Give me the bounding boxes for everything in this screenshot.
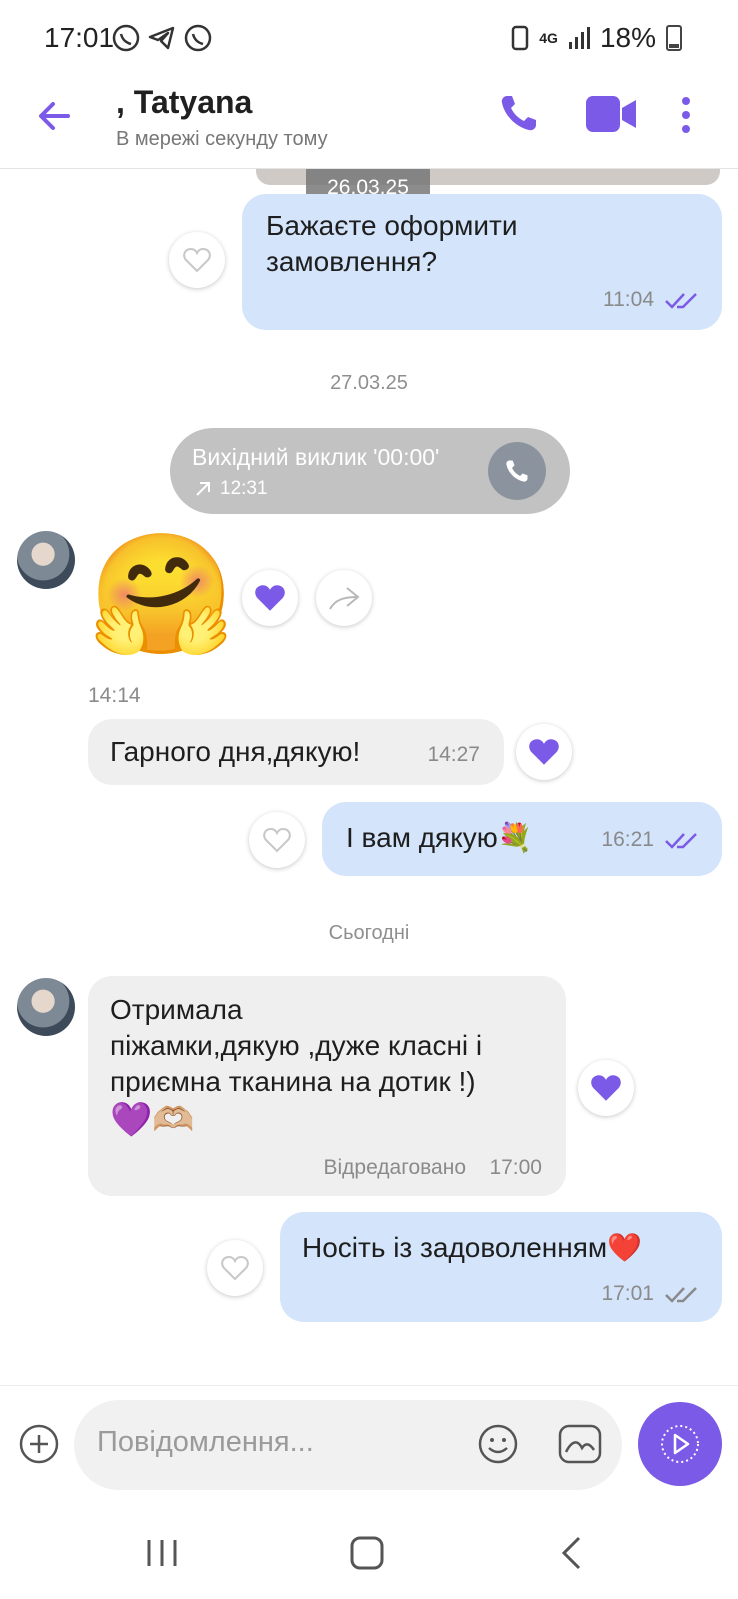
outgoing-call-item[interactable]: Вихідний виклик '00:00' 12:31	[170, 428, 570, 514]
forward-button[interactable]	[316, 570, 372, 626]
status-time: 17:01	[44, 22, 115, 53]
message-time: 17:00	[489, 1156, 542, 1179]
emoji-icon[interactable]	[477, 1423, 519, 1470]
message-input-placeholder: Повідомлення...	[97, 1426, 314, 1458]
home-icon[interactable]	[350, 1536, 384, 1570]
hug-sticker[interactable]: 🤗	[88, 530, 235, 660]
phone-call-icon[interactable]	[498, 92, 540, 139]
read-checkmarks-icon	[665, 293, 697, 309]
heart-outline-icon	[183, 247, 211, 273]
edited-label: Відредаговано	[323, 1156, 466, 1179]
recent-apps-icon[interactable]	[146, 1538, 178, 1568]
date-separator: Сьогодні	[328, 922, 410, 944]
message-text-line: замовлення?	[266, 246, 438, 277]
like-button[interactable]	[169, 232, 225, 288]
heart-filled-icon	[591, 1075, 621, 1101]
date-separator: 27.03.25	[330, 372, 408, 394]
send-button[interactable]	[638, 1402, 722, 1486]
network-type: 4G	[539, 30, 558, 46]
send-icon	[661, 1425, 699, 1463]
notification-icons	[110, 22, 214, 54]
like-button[interactable]	[516, 724, 572, 780]
contact-status: В мережі секунду тому	[116, 128, 328, 150]
message-text: Гарного дня,дякую!	[110, 736, 361, 767]
back-arrow-icon[interactable]	[34, 96, 74, 141]
signal-icon	[568, 27, 590, 49]
call-title: Вихідний виклик '00:00'	[192, 444, 440, 470]
back-icon[interactable]	[560, 1536, 582, 1570]
outgoing-message[interactable]: Бажаєте оформити замовлення? 11:04	[242, 194, 722, 330]
message-emoji-line: 💜🫶🏼	[110, 1101, 195, 1139]
avatar[interactable]	[17, 978, 75, 1036]
phone-icon	[506, 460, 528, 482]
status-right: 4G 18%	[511, 22, 682, 54]
viber-notification-icon	[112, 24, 140, 52]
sticker-time: 14:14	[88, 684, 141, 707]
incoming-message[interactable]: Отримала піжамки,дякую ,дуже класні і пр…	[88, 976, 566, 1196]
outgoing-message[interactable]: І вам дякую💐 16:21	[322, 802, 722, 876]
nfc-icon	[512, 25, 529, 51]
call-time: 12:31	[220, 478, 268, 499]
like-button[interactable]	[207, 1240, 263, 1296]
message-time: 16:21	[601, 828, 654, 851]
heart-filled-icon	[529, 739, 559, 765]
outgoing-arrow-icon	[196, 482, 210, 496]
message-text: Носіть із задоволенням❤️	[302, 1232, 642, 1263]
battery-percent: 18%	[599, 22, 656, 53]
heart-outline-icon	[221, 1255, 249, 1281]
incoming-message[interactable]: Гарного дня,дякую! 14:27	[88, 719, 504, 785]
outgoing-message[interactable]: Носіть із задоволенням❤️ 17:01	[280, 1212, 722, 1322]
message-text: І вам дякую💐	[346, 822, 533, 853]
message-text-line: піжамки,дякую ,дуже класні і	[110, 1030, 483, 1061]
message-time: 14:27	[427, 743, 480, 766]
like-button[interactable]	[578, 1060, 634, 1116]
message-text-line: Отримала	[110, 994, 243, 1025]
contact-name[interactable]: , Tatyana	[116, 84, 252, 121]
viber-notification-icon	[184, 24, 212, 52]
heart-filled-icon	[255, 585, 285, 611]
message-time: 17:01	[601, 1282, 654, 1305]
heart-outline-icon	[263, 827, 291, 853]
telegram-notification-icon	[148, 26, 175, 50]
call-back-button[interactable]	[488, 442, 546, 500]
like-button[interactable]	[249, 812, 305, 868]
read-checkmarks-icon	[665, 833, 697, 849]
like-button[interactable]	[242, 570, 298, 626]
message-text-line: приємна тканина на дотик !)	[110, 1066, 476, 1097]
avatar[interactable]	[17, 531, 75, 589]
gallery-icon[interactable]	[558, 1424, 602, 1469]
add-attachment-icon[interactable]	[18, 1423, 60, 1470]
forward-arrow-icon	[329, 587, 360, 610]
video-call-icon[interactable]	[586, 96, 638, 137]
message-time: 11:04	[603, 288, 654, 311]
battery-icon	[666, 25, 682, 51]
message-text-line: Бажаєте оформити	[266, 210, 518, 241]
more-options-icon[interactable]	[680, 96, 692, 139]
system-navigation-bar	[0, 1500, 738, 1599]
delivered-checkmarks-icon	[665, 1287, 697, 1303]
